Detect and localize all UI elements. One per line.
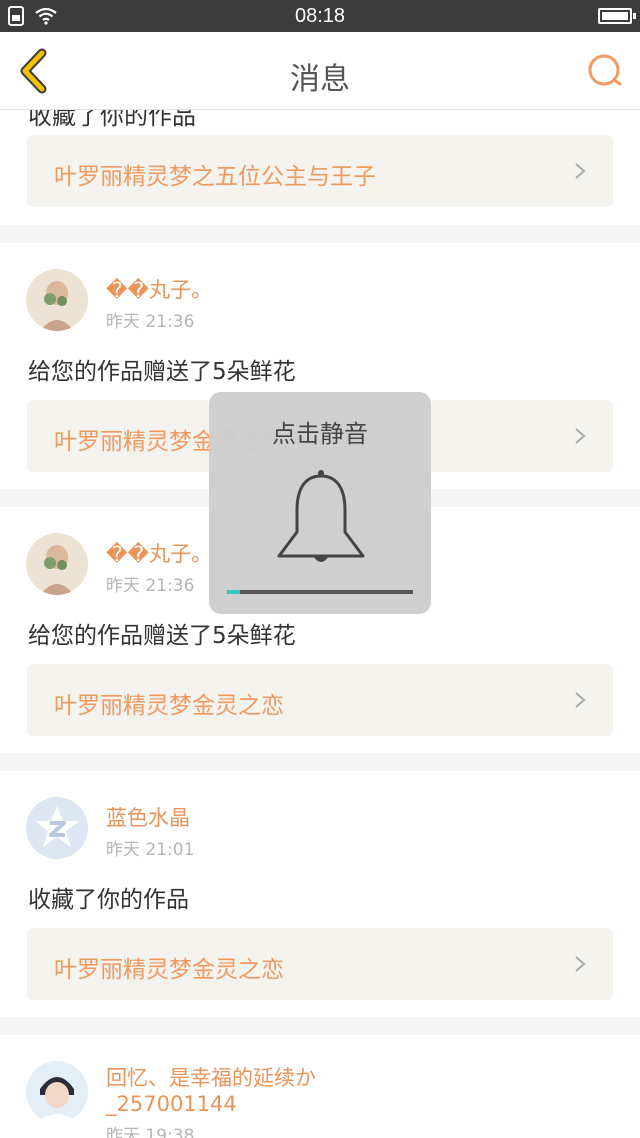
status-time: 08:18 bbox=[294, 5, 346, 27]
bell-icon[interactable] bbox=[273, 468, 369, 564]
avatar[interactable] bbox=[26, 1061, 88, 1123]
work-title: 叶罗丽精灵梦金灵之恋 bbox=[54, 957, 284, 983]
message-card: 回忆、是幸福的延续か _257001144 昨天 19:38 bbox=[0, 1035, 640, 1138]
message-time: 昨天 21:36 bbox=[106, 576, 195, 596]
message-list[interactable]: 收藏了你的作品 叶罗丽精灵梦之五位公主与王子 ��丸子。 昨天 21:36 给您… bbox=[0, 110, 640, 1138]
page-title: 消息 bbox=[290, 62, 350, 97]
avatar[interactable] bbox=[26, 269, 88, 331]
message-card: 收藏了你的作品 叶罗丽精灵梦之五位公主与王子 bbox=[0, 110, 640, 225]
work-link[interactable]: 叶罗丽精灵梦之五位公主与王子 bbox=[27, 135, 613, 207]
battery-icon bbox=[598, 8, 636, 24]
user-name[interactable]: ��丸子。 bbox=[106, 277, 212, 303]
chevron-right-icon bbox=[575, 428, 586, 444]
message-card: 蓝色水晶 昨天 21:01 收藏了你的作品 叶罗丽精灵梦金灵之恋 bbox=[0, 771, 640, 1017]
avatar[interactable] bbox=[26, 797, 88, 859]
message-action: 收藏了你的作品 bbox=[28, 110, 196, 130]
status-bar: 08:18 bbox=[0, 0, 640, 32]
message-time: 昨天 21:36 bbox=[106, 312, 195, 332]
message-action: 给您的作品赠送了5朵鲜花 bbox=[28, 623, 296, 649]
user-photo bbox=[26, 1061, 88, 1123]
nav-bar: 消息 bbox=[0, 32, 640, 110]
chevron-right-icon bbox=[575, 956, 586, 972]
chevron-right-icon bbox=[575, 163, 586, 179]
work-link[interactable]: 叶罗丽精灵梦金灵之恋 bbox=[27, 664, 613, 736]
avatar[interactable] bbox=[26, 533, 88, 595]
chevron-right-icon bbox=[575, 692, 586, 708]
user-name-continued[interactable]: _257001144 bbox=[106, 1091, 237, 1117]
default-avatar-icon bbox=[26, 797, 88, 859]
user-photo bbox=[26, 533, 88, 595]
message-action: 给您的作品赠送了5朵鲜花 bbox=[28, 359, 296, 385]
user-name[interactable]: 回忆、是幸福的延续か bbox=[106, 1065, 316, 1091]
message-time: 昨天 21:01 bbox=[106, 840, 195, 860]
work-title: 叶罗丽精灵梦金灵之恋 bbox=[54, 693, 284, 719]
user-name[interactable]: ��丸子。 bbox=[106, 541, 212, 567]
volume-popup[interactable]: 点击静音 bbox=[209, 392, 431, 614]
volume-level bbox=[227, 590, 241, 594]
message-action: 收藏了你的作品 bbox=[28, 887, 189, 913]
search-button[interactable] bbox=[586, 52, 624, 90]
work-title: 叶罗丽精灵梦之五位公主与王子 bbox=[54, 164, 376, 190]
search-icon bbox=[588, 54, 622, 86]
message-time: 昨天 19:38 bbox=[106, 1126, 195, 1138]
work-link[interactable]: 叶罗丽精灵梦金灵之恋 bbox=[27, 928, 613, 1000]
volume-bar bbox=[227, 590, 413, 594]
user-name[interactable]: 蓝色水晶 bbox=[106, 805, 190, 831]
mute-label[interactable]: 点击静音 bbox=[209, 414, 431, 449]
user-photo bbox=[26, 269, 88, 331]
